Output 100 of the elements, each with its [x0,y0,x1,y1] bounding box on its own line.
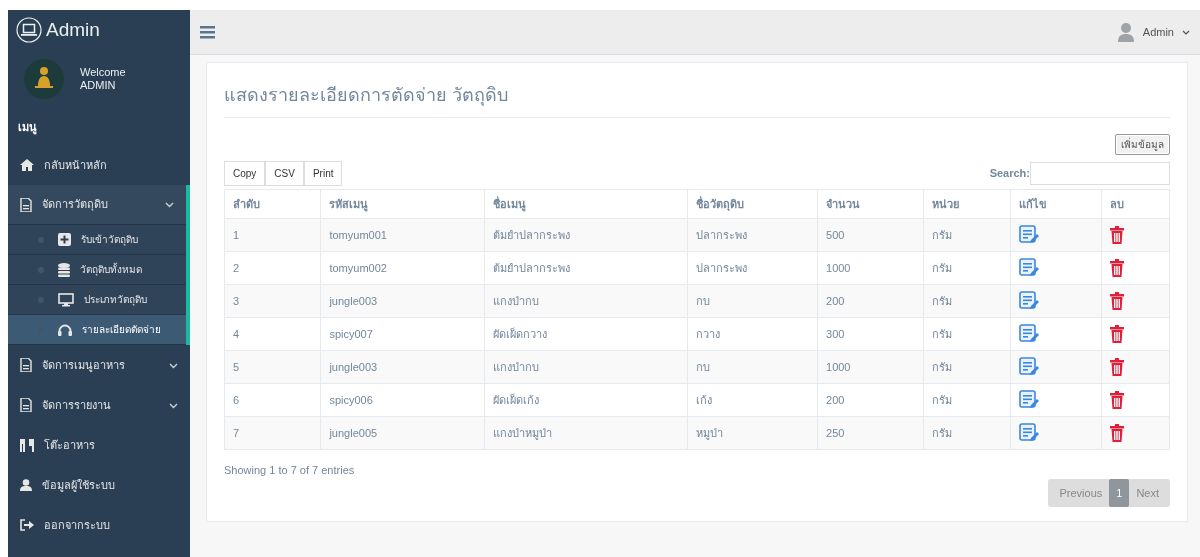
column-header[interactable]: จำนวน [817,189,924,219]
table-info: Showing 1 to 7 of 7 entries [224,463,356,479]
column-header[interactable]: ลบ [1101,189,1170,219]
table-cell: แกงป่ากบ [484,350,688,384]
edit-icon[interactable] [1018,258,1039,279]
table-cell: 1000 [817,251,924,285]
column-header[interactable]: ชื่อวัตถุดิบ [687,189,818,219]
table-cell: หมูป่า [687,416,818,450]
edit-icon[interactable] [1018,390,1039,411]
nav-link[interactable]: ออกจากระบบ [8,505,190,545]
table-cell: กรัม [923,416,1011,450]
nav-group-toggle[interactable]: จัดการวัตถุดิบ [8,185,186,225]
table-cell: jungle003 [320,350,485,384]
user-name: ADMIN [80,78,117,91]
trash-icon[interactable] [1110,226,1125,245]
welcome-text: Welcome [80,66,126,79]
search-label: Search: [989,165,1030,181]
trash-icon[interactable] [1110,292,1125,311]
nav-group-toggle[interactable]: จัดการเมนูอาหาร [8,345,190,385]
table-cell: 5 [224,350,321,384]
brand-title: Admin [46,18,100,42]
trash-icon[interactable] [1110,358,1125,377]
search-field[interactable] [1030,161,1170,185]
user-menu[interactable]: Admin [1142,23,1174,41]
table-cell: jungle005 [320,416,485,450]
table-cell: 1000 [817,350,924,384]
page-title: แสดงรายละเอียดการตัดจ่าย วัตถุดิบ [224,73,1170,118]
column-header[interactable]: รหัสเมนู [320,189,485,219]
table-cell: 300 [817,317,924,351]
table-cell: กรัม [923,284,1011,318]
table-cell: แกงป่ากบ [484,284,688,318]
table-cell: 250 [817,416,924,450]
column-header[interactable]: แก้ไข [1010,189,1102,219]
chevron-down-icon [169,362,178,369]
export-button[interactable]: Print [303,160,343,186]
trash-icon[interactable] [1110,424,1125,443]
table-cell: กบ [687,284,818,318]
table-cell: กรัม [923,383,1011,417]
table-cell: กรัม [923,218,1011,252]
table-cell: แกงป่าหมูป่า [484,416,688,450]
table-cell: ต้มยำปลากระพง [484,251,688,285]
headphones-icon [58,323,72,336]
table-cell: เก้ง [687,383,818,417]
column-header[interactable]: ชื่อเมนู [484,189,688,219]
table-cell: กวาง [687,317,818,351]
table-cell: ผัดเผ็ดเก้ง [484,383,688,417]
table-cell: jungle003 [320,284,485,318]
nav-group-toggle[interactable]: จัดการรายงาน [8,385,190,425]
edit-icon[interactable] [1018,423,1039,444]
export-button[interactable]: CSV [265,160,304,186]
menu-heading: เมนู [17,119,38,137]
table-cell: กรัม [923,350,1011,384]
table-cell: 3 [224,284,321,318]
table-cell: กรัม [923,251,1011,285]
table-cell: 6 [224,383,321,417]
monitor-icon [58,292,74,307]
table-cell: ปลากระพง [687,251,818,285]
nav-subitem[interactable]: รายละเอียดตัดจ่าย [8,315,186,345]
avatar-icon [24,58,64,99]
nav-link[interactable]: ข้อมูลผู้ใช้ระบบ [8,465,190,505]
export-button[interactable]: Copy [224,160,266,186]
table-cell: ผัดเผ็ดกวาง [484,317,688,351]
nav-subitem[interactable]: วัตถุดิบทั้งหมด [8,255,186,285]
table-cell: กบ [687,350,818,384]
table-cell: ปลากระพง [687,218,818,252]
table-cell: spicy006 [320,383,485,417]
nav-link[interactable]: กลับหน้าหลัก [8,145,190,185]
plus-square-icon [58,233,71,246]
nav-subitem[interactable]: รับเข้าวัตถุดิบ [8,225,186,255]
cutlery-icon [20,438,34,452]
edit-icon[interactable] [1018,225,1039,246]
document-icon [20,398,32,412]
sign-out-icon [20,519,34,531]
column-header[interactable]: ลำดับ [224,189,321,219]
add-button[interactable]: เพิ่มข้อมูล [1115,133,1170,155]
column-header[interactable]: หน่วย [923,189,1011,219]
nav-link[interactable]: โต๊ะอาหาร [8,425,190,465]
home-icon [20,159,34,171]
laptop-icon [16,17,42,44]
edit-icon[interactable] [1018,324,1039,345]
document-icon [20,197,32,212]
table-cell: 200 [817,284,924,318]
edit-icon[interactable] [1018,357,1039,378]
database-icon [58,262,70,277]
trash-icon[interactable] [1110,391,1125,410]
table-cell: spicy007 [320,317,485,351]
chevron-down-icon [169,402,178,409]
user-icon [20,479,32,491]
table-cell: 4 [224,317,321,351]
table-cell: 500 [817,218,924,252]
user-avatar-icon [1116,22,1135,42]
table-cell: 200 [817,383,924,417]
menu-icon[interactable] [200,25,215,39]
chevron-down-icon [165,202,174,209]
table-cell: 1 [224,218,321,252]
edit-icon[interactable] [1018,291,1039,312]
table-cell: tomyum001 [320,218,485,252]
trash-icon[interactable] [1110,325,1125,344]
trash-icon[interactable] [1110,259,1125,278]
table-cell: 7 [224,416,321,450]
